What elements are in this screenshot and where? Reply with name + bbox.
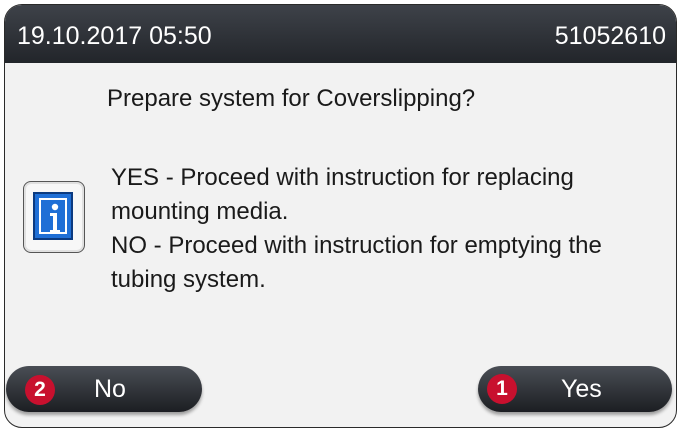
datetime-label: 19.10.2017 05:50 xyxy=(17,22,212,50)
message-line: NO - Proceed with instruction for emptyi… xyxy=(111,232,602,259)
message-line: YES - Proceed with instruction for repla… xyxy=(111,164,574,191)
callout-badge-1: 1 xyxy=(487,374,517,404)
yes-button-label: Yes xyxy=(561,375,602,403)
serial-number-label: 51052610 xyxy=(554,22,666,50)
callout-badge-2: 2 xyxy=(25,375,55,405)
message-line: mounting media. xyxy=(111,198,289,225)
dialog-message: YES - Proceed with instruction for repla… xyxy=(111,161,676,297)
dialog-question: Prepare system for Coverslipping? xyxy=(107,85,476,112)
dialog-window: 19.10.2017 05:50 51052610 Prepare system… xyxy=(4,4,677,428)
info-icon-frame xyxy=(23,181,85,253)
no-button-label: No xyxy=(94,375,126,403)
info-icon xyxy=(33,192,73,240)
title-bar: 19.10.2017 05:50 51052610 xyxy=(5,5,676,63)
message-line: tubing system. xyxy=(111,266,266,293)
